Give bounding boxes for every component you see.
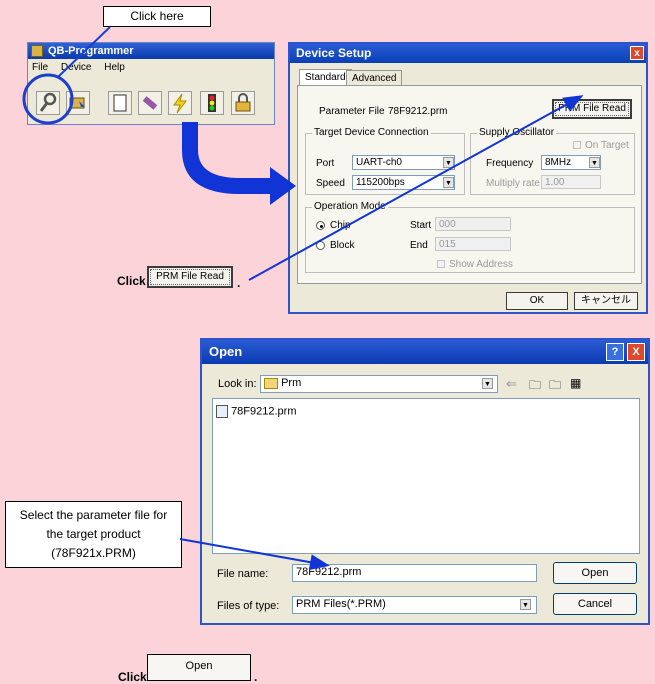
- annotation-overlay: [22, 26, 584, 571]
- pointer-line: [57, 26, 111, 78]
- arrow-to-prm-button: [248, 95, 584, 281]
- highlight-circle: [22, 73, 74, 125]
- arrow-to-file-name: [179, 538, 330, 571]
- big-curved-arrow: [182, 122, 296, 205]
